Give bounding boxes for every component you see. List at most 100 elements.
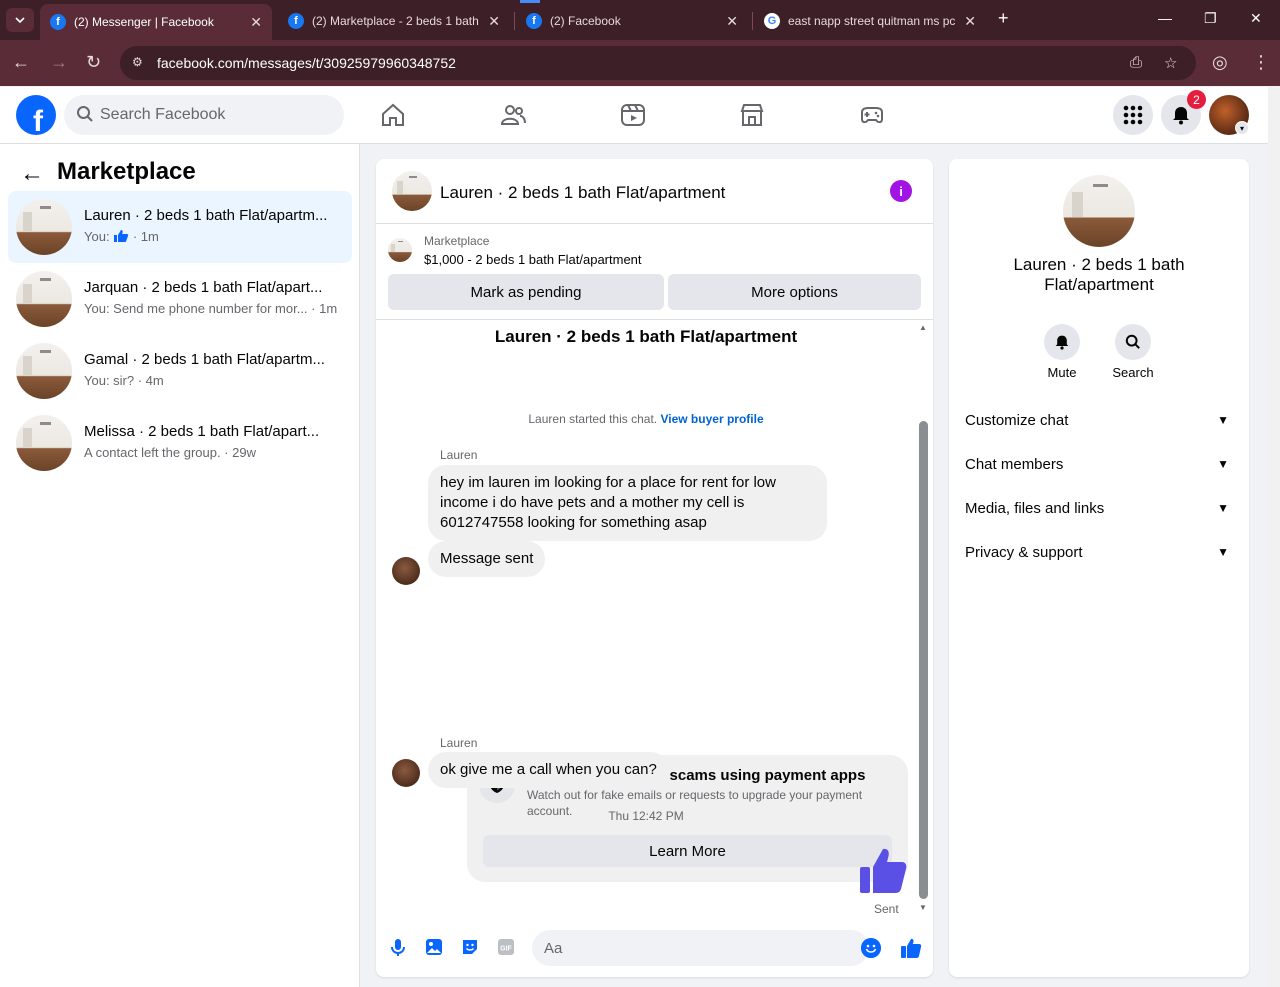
tab-marketplace[interactable]: f (2) Marketplace - 2 beds 1 bath ✕ — [278, 6, 510, 36]
listing-price-title[interactable]: $1,000 - 2 beds 1 bath Flat/apartment — [424, 252, 642, 267]
tab-separator — [752, 12, 753, 30]
conversation-item-jarquan[interactable]: Jarquan · 2 beds 1 bath Flat/apart... Yo… — [8, 263, 352, 335]
message-timestamp: Thu 12:42 PM — [608, 809, 684, 823]
mute-button[interactable] — [1044, 324, 1080, 360]
customize-chat-section[interactable]: Customize chat ▼ — [965, 400, 1233, 440]
privacy-support-section[interactable]: Privacy & support ▼ — [965, 532, 1233, 572]
menu-grid-button[interactable] — [1113, 95, 1153, 135]
close-icon[interactable]: ✕ — [488, 13, 500, 30]
tab-facebook[interactable]: f (2) Facebook ✕ — [516, 6, 748, 36]
search-placeholder: Search Facebook — [100, 106, 226, 123]
conversation-item-lauren[interactable]: Lauren · 2 beds 1 bath Flat/apartm... Yo… — [8, 191, 352, 263]
more-options-button[interactable]: More options — [668, 274, 921, 310]
microphone-icon[interactable] — [388, 937, 408, 957]
section-label: Customize chat — [965, 411, 1069, 429]
message-sender: Lauren — [440, 448, 478, 462]
view-buyer-profile-link[interactable]: View buyer profile — [660, 412, 763, 426]
chevron-down-icon: ▼ — [1217, 501, 1229, 515]
chat-scrollbar[interactable]: ▲ ▼ — [919, 321, 933, 915]
message-bubble[interactable]: Message sent — [428, 541, 546, 577]
listing-thumbnail[interactable] — [1063, 175, 1135, 247]
message-bubble[interactable]: ok give me a call when you can? — [428, 752, 669, 788]
profile-icon[interactable]: ◎ — [1212, 52, 1228, 73]
search-bar[interactable]: Search Facebook — [64, 95, 344, 135]
close-icon[interactable]: ✕ — [726, 13, 738, 30]
close-icon[interactable]: ✕ — [250, 14, 262, 31]
sender-avatar[interactable] — [392, 557, 420, 585]
tab-separator — [514, 12, 515, 30]
section-label: Privacy & support — [965, 543, 1083, 561]
preview-text: You: sir? — [84, 373, 135, 388]
mark-as-pending-button[interactable]: Mark as pending — [388, 274, 664, 310]
tab-messenger[interactable]: f (2) Messenger | Facebook ✕ — [40, 4, 272, 40]
facebook-icon: f — [526, 13, 542, 29]
close-window-icon[interactable]: ✕ — [1250, 10, 1262, 27]
tab-search-button[interactable] — [6, 8, 34, 32]
facebook-logo[interactable]: f — [16, 95, 56, 135]
preview-time: · 1m — [311, 301, 338, 316]
learn-more-button[interactable]: Learn More — [483, 835, 892, 867]
chevron-down-icon: ▾ — [1235, 121, 1249, 135]
minimize-icon[interactable]: — — [1158, 10, 1172, 26]
scroll-down-icon[interactable]: ▼ — [919, 903, 927, 912]
chat-title[interactable]: Lauren · 2 beds 1 bath Flat/apartment — [440, 183, 725, 203]
gif-icon[interactable]: GIF — [496, 937, 516, 957]
tab-google-search[interactable]: G east napp street quitman ms pc ✕ — [754, 6, 986, 36]
sticker-icon[interactable] — [460, 937, 480, 957]
close-icon[interactable]: ✕ — [964, 13, 976, 30]
emoji-icon[interactable] — [861, 938, 881, 958]
scroll-up-icon[interactable]: ▲ — [919, 323, 927, 332]
chat-header: Lauren · 2 beds 1 bath Flat/apartment i — [376, 159, 933, 224]
gaming-icon[interactable] — [858, 101, 886, 129]
listing-thumbnail[interactable] — [392, 171, 432, 211]
reload-icon[interactable]: ↻ — [86, 52, 101, 73]
install-app-icon[interactable]: ⎙ — [1130, 54, 1142, 71]
svg-text:GIF: GIF — [500, 946, 512, 953]
home-icon[interactable] — [379, 101, 407, 129]
conversation-preview: You: sir? · 4m — [84, 373, 340, 388]
media-files-links-section[interactable]: Media, files and links ▼ — [965, 488, 1233, 528]
menu-kebab-icon[interactable]: ⋮ — [1252, 52, 1270, 73]
listing-thumbnail — [16, 415, 72, 471]
message-sender: Lauren — [440, 736, 478, 750]
scrollbar-thumb[interactable] — [919, 421, 928, 899]
listing-thumbnail — [388, 238, 412, 262]
grid-icon — [1123, 105, 1143, 125]
message-input[interactable] — [532, 930, 869, 966]
marketplace-icon[interactable] — [738, 101, 766, 129]
video-icon[interactable] — [619, 101, 647, 129]
listing-thumbnail — [16, 271, 72, 327]
friends-icon[interactable] — [499, 101, 527, 129]
address-bar[interactable]: ⚙ facebook.com/messages/t/30925979960348… — [120, 46, 1196, 80]
send-like-icon[interactable] — [900, 937, 922, 959]
tab-title: (2) Messenger | Facebook — [74, 15, 214, 29]
preview-time: · 4m — [137, 373, 164, 388]
thread-title: Lauren · 2 beds 1 bath Flat/apartment — [494, 327, 798, 346]
like-icon[interactable] — [858, 845, 908, 895]
page-scrollbar[interactable] — [1268, 87, 1280, 987]
back-arrow-icon[interactable]: ← — [20, 160, 44, 188]
listing-thumbnail — [16, 343, 72, 399]
forward-arrow-icon[interactable]: → — [50, 52, 68, 73]
browser-toolbar: ← → ↻ ⚙ facebook.com/messages/t/30925979… — [0, 40, 1280, 86]
account-avatar[interactable]: ▾ — [1209, 95, 1249, 135]
info-icon[interactable]: i — [890, 180, 912, 202]
bookmark-star-icon[interactable]: ☆ — [1164, 54, 1177, 72]
conversation-item-gamal[interactable]: Gamal · 2 beds 1 bath Flat/apartm... You… — [8, 335, 352, 407]
message-bubble[interactable]: hey im lauren im looking for a place for… — [428, 465, 827, 541]
back-arrow-icon[interactable]: ← — [12, 52, 30, 73]
conversation-preview: You: Send me phone number for mor... · 1… — [84, 301, 340, 316]
site-settings-icon[interactable]: ⚙ — [132, 55, 148, 71]
chat-members-section[interactable]: Chat members ▼ — [965, 444, 1233, 484]
chevron-down-icon: ▼ — [1217, 545, 1229, 559]
restore-icon[interactable]: ❐ — [1204, 10, 1217, 27]
chevron-down-icon: ▼ — [1217, 457, 1229, 471]
conversation-item-melissa[interactable]: Melissa · 2 beds 1 bath Flat/apart... A … — [8, 407, 352, 479]
sender-avatar[interactable] — [392, 759, 420, 787]
photo-icon[interactable] — [424, 937, 444, 957]
started-text: Lauren started this chat. — [528, 412, 658, 426]
new-tab-button[interactable]: + — [998, 8, 1009, 29]
google-icon: G — [764, 13, 780, 29]
conversation-name: Jarquan · 2 beds 1 bath Flat/apart... — [84, 279, 323, 296]
search-in-chat-button[interactable] — [1115, 324, 1151, 360]
